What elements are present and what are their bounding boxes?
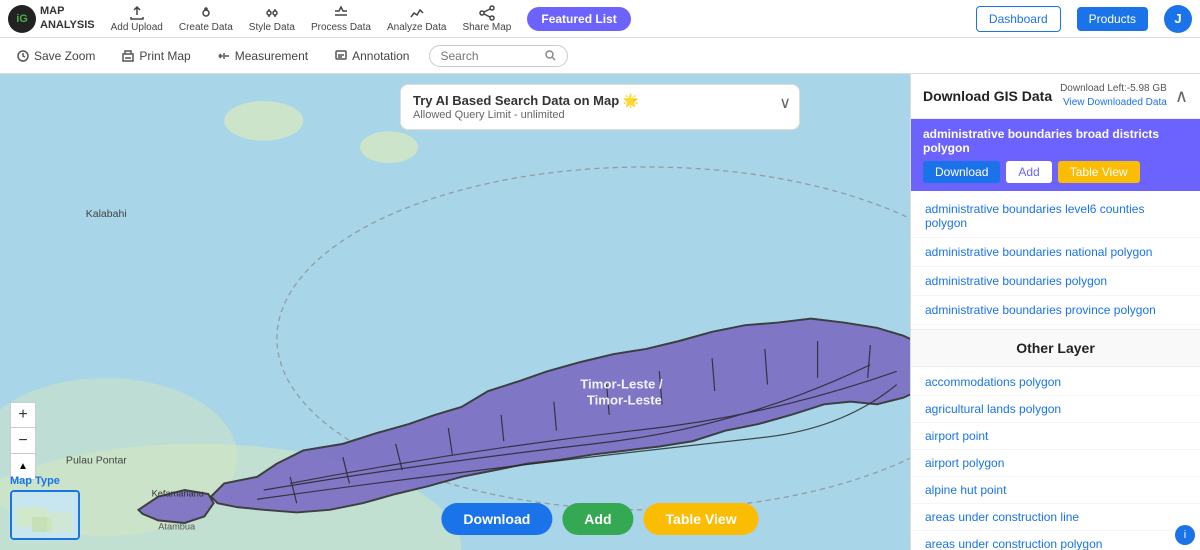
print-map-label: Print Map xyxy=(139,49,190,63)
zoom-out-button[interactable]: − xyxy=(10,428,36,454)
dashboard-button[interactable]: Dashboard xyxy=(976,6,1061,32)
search-box xyxy=(429,45,568,67)
search-input[interactable] xyxy=(440,49,540,63)
logo-icon: iG xyxy=(8,5,36,33)
save-zoom-label: Save Zoom xyxy=(34,49,95,63)
ai-banner-close-button[interactable]: ∨ xyxy=(779,93,791,113)
layer-item-1[interactable]: administrative boundaries national polyg… xyxy=(911,238,1200,267)
map-type-label: Map Type xyxy=(10,475,80,487)
ai-banner-subtitle: Allowed Query Limit - unlimited xyxy=(413,109,769,121)
featured-list-button[interactable]: Featured List xyxy=(527,7,630,31)
bottom-actions: Download Add Table View xyxy=(441,503,758,535)
highlighted-item-text: administrative boundaries broad district… xyxy=(923,127,1188,155)
map-type-thumbnail[interactable] xyxy=(10,490,80,540)
svg-text:Kalabahi: Kalabahi xyxy=(86,208,127,220)
measurement-label: Measurement xyxy=(235,49,308,63)
info-button[interactable]: i xyxy=(1175,525,1195,545)
logo-area: iG MAP ANALYSIS xyxy=(8,5,95,33)
right-panel: Download GIS Data Download Left:-5.98 GB… xyxy=(910,74,1200,550)
panel-table-button[interactable]: Table View xyxy=(1058,161,1140,183)
svg-text:Kefamananu: Kefamananu xyxy=(152,489,204,499)
nav-analyze-data-label: Analyze Data xyxy=(387,22,446,33)
toolbar: Save Zoom Print Map Measurement Annotati… xyxy=(0,38,1200,74)
layer-item-3[interactable]: administrative boundaries province polyg… xyxy=(911,296,1200,325)
svg-text:Timor-Leste: Timor-Leste xyxy=(587,392,662,407)
other-layer-item-2[interactable]: airport point xyxy=(911,423,1200,450)
other-layer-item-6[interactable]: areas under construction polygon xyxy=(911,531,1200,550)
panel-add-button[interactable]: Add xyxy=(1006,161,1051,183)
nav-share-map[interactable]: Share Map xyxy=(462,5,511,33)
nav-create-data-label: Create Data xyxy=(179,22,233,33)
map-type-box: Map Type xyxy=(10,475,80,540)
nav-style-data[interactable]: Style Data xyxy=(249,5,295,33)
panel-collapse-button[interactable]: ∧ xyxy=(1175,86,1188,107)
nav-create-data[interactable]: Create Data xyxy=(179,5,233,33)
download-left-text: Download Left:-5.98 GB xyxy=(1060,82,1167,96)
svg-text:Pulau Pontar: Pulau Pontar xyxy=(66,455,127,467)
nav-analyze-data[interactable]: Analyze Data xyxy=(387,5,446,33)
other-layer-header: Other Layer xyxy=(911,329,1200,367)
nav-style-data-label: Style Data xyxy=(249,22,295,33)
layer-item-2[interactable]: administrative boundaries polygon xyxy=(911,267,1200,296)
annotation-label: Annotation xyxy=(352,49,409,63)
layer-list: administrative boundaries level6 countie… xyxy=(911,191,1200,329)
panel-download-button[interactable]: Download xyxy=(923,161,1000,183)
svg-text:Timor-Leste /: Timor-Leste / xyxy=(580,376,663,391)
search-icon xyxy=(544,49,557,62)
other-layer-item-1[interactable]: agricultural lands polygon xyxy=(911,396,1200,423)
svg-text:Atambua: Atambua xyxy=(158,522,196,532)
other-layer-item-3[interactable]: airport polygon xyxy=(911,450,1200,477)
nav-process-data[interactable]: Process Data xyxy=(311,5,371,33)
nav-add-upload[interactable]: Add Upload xyxy=(111,5,163,33)
nav-add-upload-label: Add Upload xyxy=(111,22,163,33)
other-layer-item-4[interactable]: alpine hut point xyxy=(911,477,1200,504)
other-layer-list: accommodations polygon agricultural land… xyxy=(911,367,1200,550)
annotation-button[interactable]: Annotation xyxy=(328,45,415,67)
view-downloaded-link[interactable]: View Downloaded Data xyxy=(1063,97,1167,108)
measurement-button[interactable]: Measurement xyxy=(211,45,314,67)
bottom-table-button[interactable]: Table View xyxy=(644,503,759,535)
gis-panel-title: Download GIS Data xyxy=(923,88,1052,104)
other-layer-item-5[interactable]: areas under construction line xyxy=(911,504,1200,531)
bottom-download-button[interactable]: Download xyxy=(441,503,552,535)
save-zoom-button[interactable]: Save Zoom xyxy=(10,45,101,67)
highlighted-item: administrative boundaries broad district… xyxy=(911,119,1200,191)
top-nav: iG MAP ANALYSIS Add Upload Create Data S… xyxy=(0,0,1200,38)
ai-banner-title: Try AI Based Search Data on Map 🌟 xyxy=(413,93,769,109)
layer-item-0[interactable]: administrative boundaries level6 countie… xyxy=(911,195,1200,238)
gis-meta: Download Left:-5.98 GB View Downloaded D… xyxy=(1060,82,1167,110)
zoom-in-button[interactable]: + xyxy=(10,402,36,428)
other-layer-item-0[interactable]: accommodations polygon xyxy=(911,369,1200,396)
ai-banner: Try AI Based Search Data on Map 🌟 Allowe… xyxy=(400,84,800,130)
nav-process-data-label: Process Data xyxy=(311,22,371,33)
bottom-add-button[interactable]: Add xyxy=(562,503,633,535)
nav-share-map-label: Share Map xyxy=(462,22,511,33)
map-controls: + − ▲ xyxy=(10,402,36,480)
gis-header: Download GIS Data Download Left:-5.98 GB… xyxy=(911,74,1200,119)
logo-text: MAP ANALYSIS xyxy=(40,5,95,31)
highlighted-actions: Download Add Table View xyxy=(923,161,1188,183)
user-avatar[interactable]: J xyxy=(1164,5,1192,33)
print-map-button[interactable]: Print Map xyxy=(115,45,196,67)
products-button[interactable]: Products xyxy=(1077,7,1148,31)
